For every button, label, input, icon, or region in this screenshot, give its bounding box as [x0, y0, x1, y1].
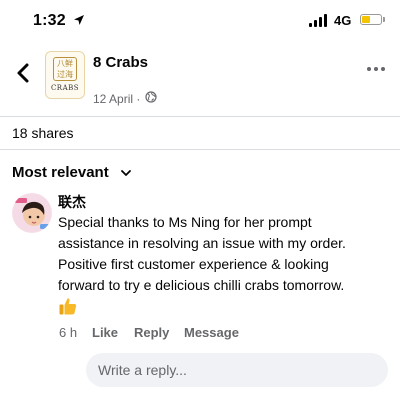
reply-button[interactable]: Reply	[134, 325, 169, 340]
divider	[0, 149, 400, 150]
page-name[interactable]: 8 Crabs	[93, 54, 148, 71]
battery-level	[362, 16, 370, 23]
page-avatar[interactable]: 八鲜 过海 CRABS	[45, 51, 85, 99]
like-button[interactable]: Like	[92, 325, 118, 340]
message-button[interactable]: Message	[184, 325, 239, 340]
globe-icon	[145, 91, 157, 103]
avatar-logo-word: CRABS	[50, 84, 80, 92]
thumbs-up-icon	[59, 298, 77, 315]
battery-icon	[360, 14, 382, 25]
reply-box[interactable]	[86, 353, 388, 387]
status-time: 1:32	[33, 12, 66, 29]
avatar-logo-mark: 八鲜 过海	[53, 57, 77, 81]
post-date[interactable]: 12 April ·	[93, 92, 140, 106]
divider	[0, 116, 400, 117]
comment-time: 6 h	[59, 325, 78, 340]
more-horizontal-icon[interactable]	[367, 67, 385, 73]
comment-text: Special thanks to Ms Ning for her prompt…	[58, 214, 346, 293]
chevron-down-icon[interactable]	[120, 167, 132, 179]
reply-input[interactable]	[98, 353, 378, 387]
shares-count[interactable]: 18 shares	[12, 125, 73, 141]
comment-author[interactable]: 联杰	[58, 192, 86, 212]
chevron-left-icon[interactable]	[14, 62, 32, 84]
sort-dropdown[interactable]: Most relevant	[12, 164, 109, 181]
signal-icon	[309, 14, 329, 27]
commenter-avatar[interactable]	[12, 193, 52, 233]
battery-tip	[383, 17, 385, 22]
network-type: 4G	[334, 13, 352, 28]
location-arrow-icon	[74, 15, 84, 25]
